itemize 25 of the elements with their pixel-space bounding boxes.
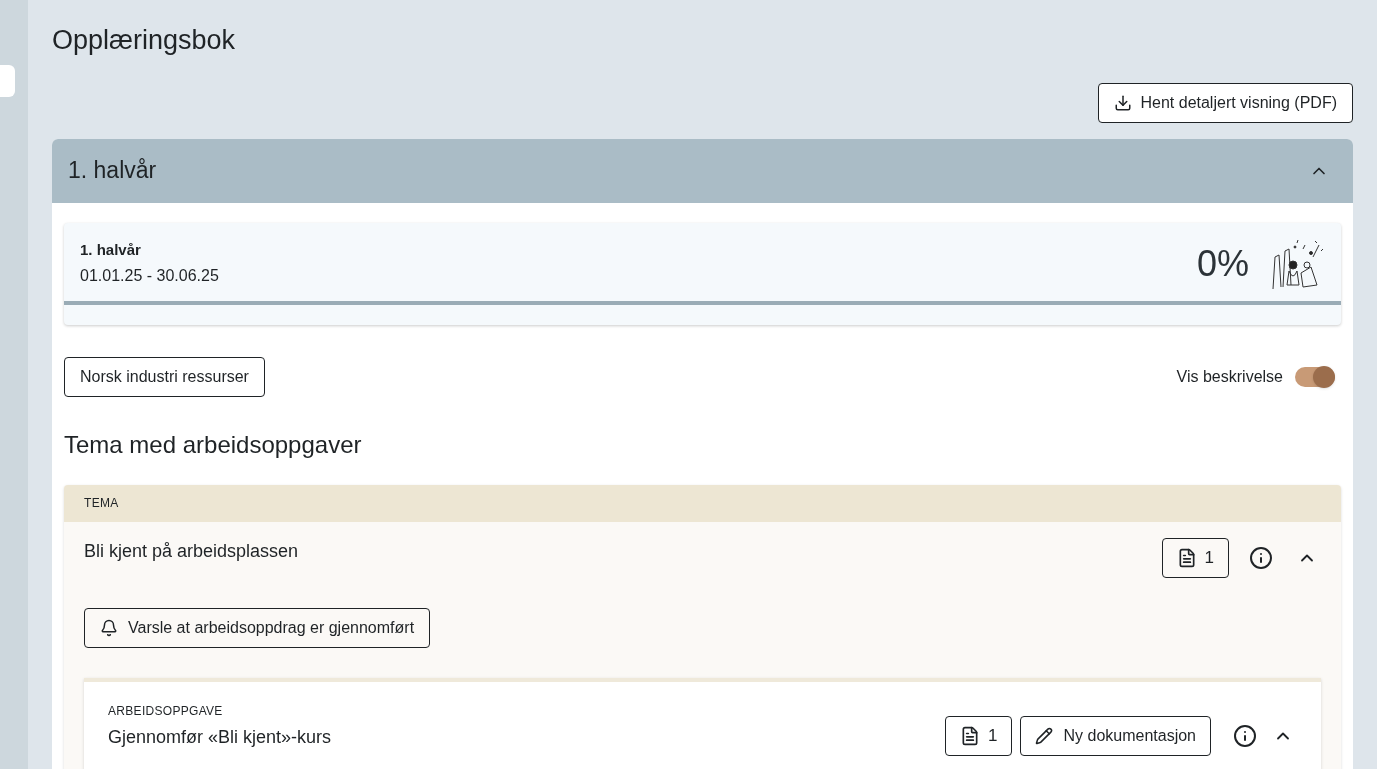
task-kind-label: ARBEIDSOPPGAVE	[108, 702, 224, 720]
summary-title: 1. halvår	[80, 239, 142, 260]
new-documentation-button[interactable]: Ny dokumentasjon	[1020, 715, 1211, 756]
period-title: 1. halvår	[68, 156, 157, 186]
description-switch[interactable]	[1295, 366, 1335, 387]
download-icon	[1114, 93, 1133, 112]
bell-icon	[100, 618, 118, 637]
toggle-label: Vis beskrivelse	[1176, 366, 1283, 387]
theme-kind-label: TEMA	[84, 495, 119, 512]
info-icon	[1233, 723, 1257, 748]
resources-button[interactable]: Norsk industri ressurser	[64, 356, 265, 397]
notify-button[interactable]: Varsle at arbeidsoppdrag er gjennomført	[84, 607, 431, 648]
document-icon	[960, 725, 980, 746]
download-button[interactable]: Hent detaljert visning (PDF)	[1098, 82, 1353, 123]
document-count-button[interactable]: 1	[945, 715, 1013, 756]
pencil-icon	[1035, 726, 1054, 745]
page-title: Opplæringsbok	[52, 24, 237, 57]
period-header[interactable]: 1. halvår	[52, 138, 1353, 203]
task-title: Gjennomfør «Bli kjent»-kurs	[108, 725, 332, 749]
info-icon	[1249, 545, 1273, 570]
theme-title: Bli kjent på arbeidsplassen	[84, 539, 299, 563]
summary-dates: 01.01.25 - 30.06.25	[80, 266, 219, 287]
progress-percent: 0%	[1196, 241, 1249, 286]
document-count-button[interactable]: 1	[1161, 537, 1229, 578]
section-title: Tema med arbeidsoppgaver	[64, 429, 363, 460]
